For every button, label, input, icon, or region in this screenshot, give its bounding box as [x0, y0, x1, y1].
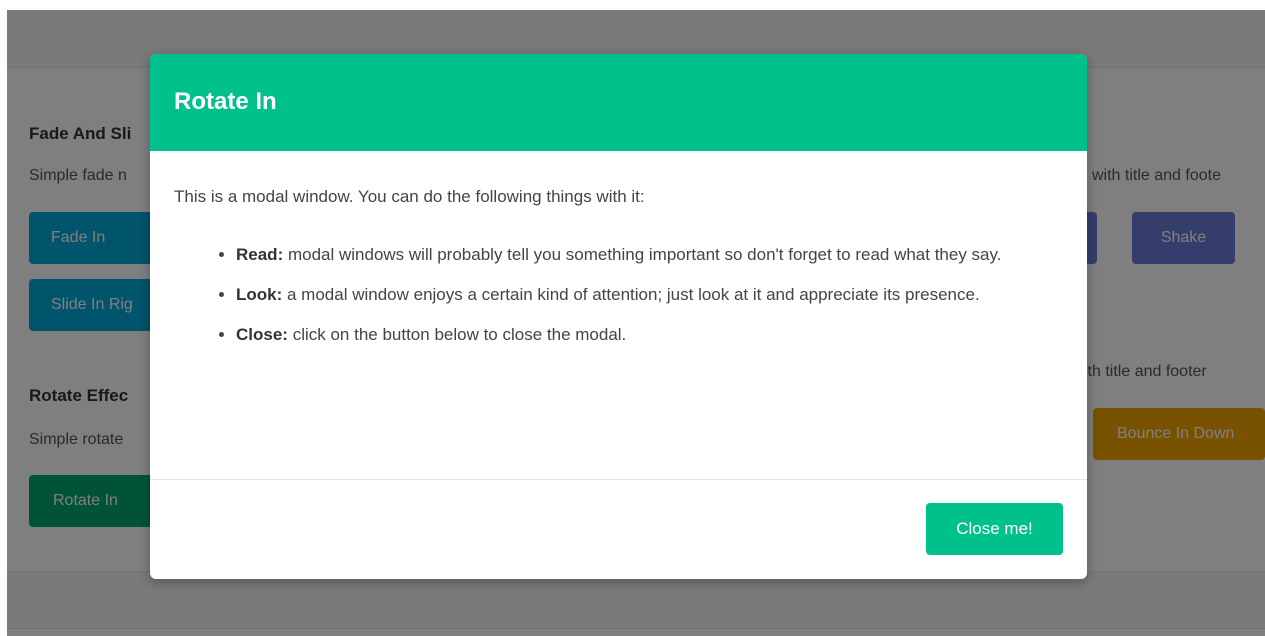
- list-item-text: click on the button below to close the m…: [287, 325, 627, 344]
- page-top-edge: [0, 0, 1265, 10]
- list-item-label: Close:: [236, 325, 288, 344]
- modal-footer-divider: [150, 479, 1087, 480]
- list-item-close: Close: click on the button below to clos…: [236, 315, 1076, 355]
- modal-list: Read: modal windows will probably tell y…: [212, 235, 1076, 355]
- page: Fade And Sli Simple fade n with title an…: [0, 0, 1265, 636]
- page-left-edge: [0, 0, 7, 636]
- list-item-label: Read:: [236, 245, 284, 264]
- list-item-label: Look:: [236, 285, 283, 304]
- list-item-text: a modal window enjoys a certain kind of …: [282, 285, 980, 304]
- modal-title: Rotate In: [174, 88, 277, 115]
- modal-intro-text: This is a modal window. You can do the f…: [174, 187, 645, 206]
- close-button[interactable]: Close me!: [926, 503, 1063, 555]
- list-item-text: modal windows will probably tell you som…: [283, 245, 1002, 264]
- modal-body: This is a modal window. You can do the f…: [150, 151, 1087, 479]
- list-item-read: Read: modal windows will probably tell y…: [236, 235, 1076, 275]
- modal-dialog: Rotate In This is a modal window. You ca…: [150, 54, 1087, 579]
- list-item-look: Look: a modal window enjoys a certain ki…: [236, 275, 1076, 315]
- modal-header: Rotate In: [150, 54, 1087, 151]
